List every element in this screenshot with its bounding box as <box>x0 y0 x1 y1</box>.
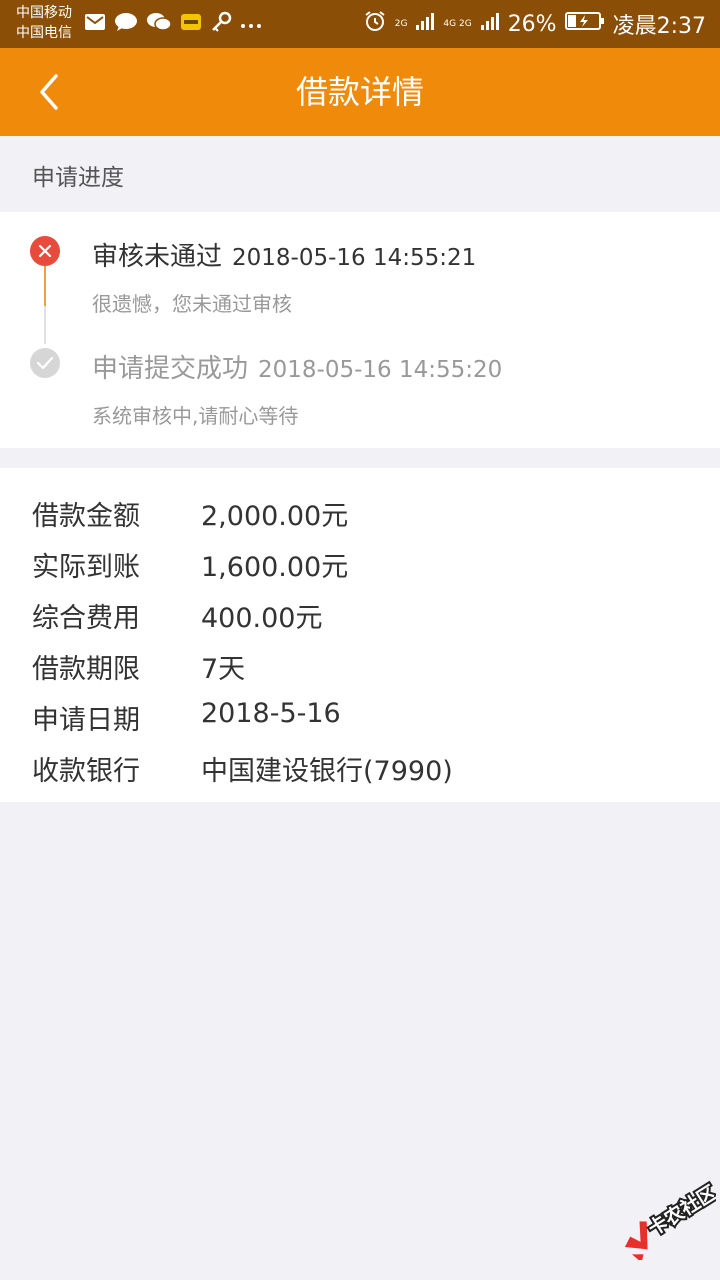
battery-charging-icon <box>564 11 605 37</box>
status-right: 2G 4G 2G 26% 凌晨2:37 <box>363 0 706 48</box>
network-2-label: 4G 2G <box>443 18 472 29</box>
progress-section-label: 申请进度 <box>32 165 124 191</box>
carrier-labels: 中国移动 中国电信 <box>16 3 72 43</box>
notification-icons <box>84 11 262 37</box>
app-header: 借款详情 <box>0 48 720 136</box>
key-icon <box>210 11 232 37</box>
detail-value: 2018-5-16 <box>201 698 341 729</box>
detail-row-apply-date: 申请日期 2018-5-16 <box>0 690 720 740</box>
message-bubble-icon <box>114 12 138 36</box>
detail-row-bank: 收款银行 中国建设银行(7990) <box>0 741 720 791</box>
signal-icon-2 <box>480 11 500 37</box>
detail-value: 400.00元 <box>201 603 323 634</box>
detail-row-received-amount: 实际到账 1,600.00元 <box>0 537 720 587</box>
timeline-connector-active <box>44 264 46 306</box>
detail-row-loan-amount: 借款金额 2,000.00元 <box>0 486 720 536</box>
signal-icon <box>415 11 435 37</box>
step-title: 申请提交成功 2018-05-16 14:55:20 <box>92 348 502 385</box>
timeline-connector <box>44 306 46 344</box>
detail-label: 借款期限 <box>32 654 140 685</box>
alarm-icon <box>363 9 387 39</box>
app-notification-icon <box>180 12 202 36</box>
step-title: 审核未通过 2018-05-16 14:55:21 <box>92 236 476 273</box>
reject-x-icon <box>30 236 60 266</box>
svg-text:卡农社区: 卡农社区 <box>644 1181 716 1241</box>
step-timestamp: 2018-05-16 14:55:20 <box>258 357 503 383</box>
step-description: 系统审核中,请耐心等待 <box>92 404 299 428</box>
detail-row-fees: 综合费用 400.00元 <box>0 588 720 638</box>
wechat-icon <box>146 11 172 37</box>
detail-value: 2,000.00元 <box>201 501 349 532</box>
check-icon <box>30 348 60 378</box>
detail-value: 中国建设银行(7990) <box>201 756 453 787</box>
detail-label: 申请日期 <box>32 705 140 736</box>
detail-value: 1,600.00元 <box>201 552 349 583</box>
step-status-text: 申请提交成功 <box>92 354 249 384</box>
page-title: 借款详情 <box>295 73 424 111</box>
step-description: 很遗憾，您未通过审核 <box>92 292 292 316</box>
network-1-label: 2G <box>394 18 408 29</box>
status-bar: 中国移动 中国电信 2G 4G 2G 26% 凌晨2:37 <box>0 0 720 48</box>
clock: 凌晨2:37 <box>612 14 706 39</box>
carrier-1: 中国移动 <box>16 5 72 21</box>
detail-row-term: 借款期限 7天 <box>0 639 720 689</box>
progress-timeline: 审核未通过 2018-05-16 14:55:21 很遗憾，您未通过审核 申请提交… <box>0 212 720 448</box>
detail-label: 借款金额 <box>32 501 140 532</box>
detail-label: 综合费用 <box>32 603 140 634</box>
step-timestamp: 2018-05-16 14:55:21 <box>232 245 477 271</box>
more-icon <box>240 15 262 34</box>
mail-icon <box>84 12 106 36</box>
detail-label: 收款银行 <box>32 756 140 787</box>
battery-percent: 26% <box>507 11 557 37</box>
detail-label: 实际到账 <box>32 552 140 583</box>
detail-value: 7天 <box>201 654 246 685</box>
step-status-text: 审核未通过 <box>92 242 223 272</box>
loan-details: 借款金额 2,000.00元 实际到账 1,600.00元 综合费用 400.0… <box>0 468 720 802</box>
carrier-2: 中国电信 <box>16 25 72 41</box>
kanong-watermark-logo: 卡农社区 <box>612 1178 720 1263</box>
